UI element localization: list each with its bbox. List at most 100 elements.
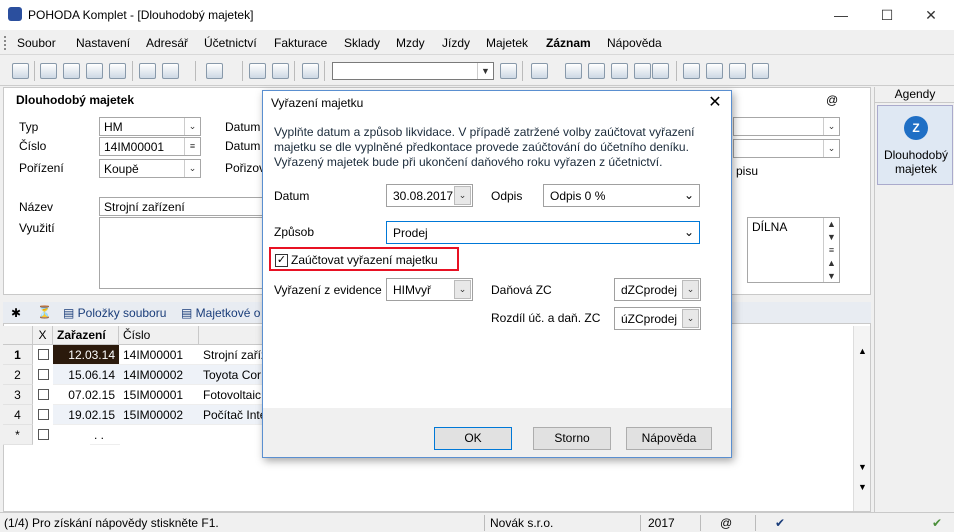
- cell-name[interactable]: Fotovoltaic: [199, 385, 263, 405]
- calendar-icon[interactable]: [588, 63, 605, 79]
- mail-icon[interactable]: [706, 63, 723, 79]
- scroll-arrows-icon[interactable]: ▲ ▼ ≡ ▲ ▼: [823, 218, 839, 282]
- save-all-icon[interactable]: [272, 63, 289, 79]
- row-checkbox[interactable]: [38, 369, 49, 380]
- col-header-nazev[interactable]: [199, 326, 263, 345]
- menu-majetek[interactable]: Majetek: [486, 36, 528, 50]
- row-checkbox[interactable]: [38, 429, 49, 440]
- new-record-icon[interactable]: [139, 63, 156, 79]
- menu-zaznam[interactable]: Záznam: [546, 36, 591, 50]
- chevron-down-icon[interactable]: ⌄: [454, 186, 471, 205]
- table-icon[interactable]: [634, 63, 651, 79]
- cislo-field[interactable]: 14IM00001 ≡: [99, 137, 201, 156]
- cell-name[interactable]: Počítač Inte: [199, 405, 263, 425]
- zauctovat-label[interactable]: Zaúčtovat vyřazení majetku: [291, 253, 438, 267]
- calculator-icon[interactable]: [611, 63, 628, 79]
- back-arrow-icon[interactable]: [206, 63, 223, 79]
- toolbar-combo[interactable]: ▼: [332, 62, 494, 80]
- print-icon[interactable]: [63, 63, 80, 79]
- cell-date[interactable]: 15.06.14: [53, 365, 119, 385]
- messages-icon[interactable]: [683, 63, 700, 79]
- odpis-select[interactable]: Odpis 0 % ⌄: [543, 184, 700, 207]
- status-help: (1/4) Pro získání nápovědy stiskněte F1.: [4, 516, 219, 530]
- right-select-1[interactable]: ⌄: [733, 117, 840, 136]
- asterisk-icon[interactable]: ✱: [11, 306, 21, 320]
- zauctovat-checkbox[interactable]: ✓: [275, 254, 288, 267]
- datum-field[interactable]: 30.08.2017 ⌄: [386, 184, 473, 207]
- menu-adresar[interactable]: Adresář: [146, 36, 188, 50]
- menu-nastaveni[interactable]: Nastavení: [76, 36, 130, 50]
- scroll-up-icon[interactable]: ▲: [858, 346, 867, 356]
- copy-icon[interactable]: [302, 63, 319, 79]
- chevron-down-icon[interactable]: ⌄: [184, 160, 200, 177]
- typ-field[interactable]: HM ⌄: [99, 117, 201, 136]
- check-icon[interactable]: [162, 63, 179, 79]
- save-icon[interactable]: [249, 63, 266, 79]
- zpusob-select[interactable]: Prodej ⌄: [386, 221, 700, 244]
- chevron-down-icon[interactable]: ⌄: [823, 140, 839, 157]
- folder-icon[interactable]: [531, 63, 548, 79]
- ok-button[interactable]: OK: [434, 427, 512, 450]
- cell-date[interactable]: 12.03.14: [53, 345, 119, 365]
- chevron-down-icon[interactable]: ⌄: [823, 118, 839, 135]
- chevron-down-icon[interactable]: ⌄: [184, 118, 200, 135]
- napoveda-button[interactable]: Nápověda: [626, 427, 712, 450]
- preview-icon[interactable]: [86, 63, 103, 79]
- chevron-down-icon[interactable]: ⌄: [454, 280, 471, 299]
- cell-date[interactable]: 07.02.15: [53, 385, 119, 405]
- cell-date[interactable]: 19.02.15: [53, 405, 119, 425]
- notes-icon[interactable]: [729, 63, 746, 79]
- storno-button[interactable]: Storno: [533, 427, 611, 450]
- minimize-button[interactable]: —: [818, 0, 864, 30]
- cell-number[interactable]: 14IM00002: [119, 365, 199, 385]
- tab-polozky-souboru[interactable]: ▤ Položky souboru: [63, 306, 166, 320]
- cell-number[interactable]: 14IM00001: [119, 345, 199, 365]
- menu-soubor[interactable]: Soubor: [17, 36, 56, 50]
- iban-icon[interactable]: [652, 63, 669, 79]
- filter-icon[interactable]: ⏳: [37, 305, 52, 319]
- rozdil-field[interactable]: úZCprodej ⌄: [614, 307, 701, 330]
- col-header-cislo[interactable]: Číslo: [119, 326, 199, 345]
- filter-icon[interactable]: [500, 63, 517, 79]
- menu-sklady[interactable]: Sklady: [344, 36, 380, 50]
- cell-name[interactable]: Strojní zaříz: [199, 345, 263, 365]
- menu-jizdy[interactable]: Jízdy: [442, 36, 470, 50]
- porizeni-field[interactable]: Koupě ⌄: [99, 159, 201, 178]
- agenda-icon[interactable]: [12, 63, 29, 79]
- list-icon[interactable]: ≡: [184, 138, 200, 155]
- close-window-button[interactable]: ✕: [908, 0, 954, 30]
- cell-number[interactable]: 15IM00002: [119, 405, 199, 425]
- col-header-zarazeni[interactable]: Zařazení: [53, 326, 119, 345]
- right-select-2[interactable]: ⌄: [733, 139, 840, 158]
- scroll-down-icon[interactable]: ▼: [858, 462, 867, 472]
- chevron-down-icon[interactable]: ⌄: [682, 280, 699, 299]
- chevron-down-icon[interactable]: ⌄: [682, 309, 699, 328]
- danova-field[interactable]: dZCprodej ⌄: [614, 278, 701, 301]
- maximize-button[interactable]: ☐: [864, 0, 910, 30]
- tab-majetkove[interactable]: ▤ Majetkové o: [181, 306, 260, 320]
- cell-number[interactable]: 15IM00001: [119, 385, 199, 405]
- col-header-x[interactable]: X: [33, 326, 53, 345]
- menu-ucetnictvi[interactable]: Účetnictví: [204, 36, 257, 50]
- porizov-label: Pořizov: [225, 161, 266, 175]
- grid-scrollbar[interactable]: ▲ ▼ ▼: [853, 326, 870, 511]
- close-icon[interactable]: ✕: [703, 93, 727, 113]
- money-icon[interactable]: [565, 63, 582, 79]
- row-checkbox[interactable]: [38, 409, 49, 420]
- report-icon[interactable]: [109, 63, 126, 79]
- at-label: @: [826, 93, 839, 107]
- help-icon[interactable]: [752, 63, 769, 79]
- row-checkbox[interactable]: [38, 349, 49, 360]
- dilna-field[interactable]: DÍLNA ▲ ▼ ≡ ▲ ▼: [747, 217, 840, 283]
- scroll-bottom-icon[interactable]: ▼: [858, 482, 867, 492]
- menu-mzdy[interactable]: Mzdy: [396, 36, 425, 50]
- vyuziti-field[interactable]: [99, 217, 269, 289]
- evidence-field[interactable]: HIMvyř ⌄: [386, 278, 473, 301]
- menu-napoveda[interactable]: Nápověda: [607, 36, 662, 50]
- row-checkbox[interactable]: [38, 389, 49, 400]
- agendy-item[interactable]: Z Dlouhodobý majetek: [877, 105, 953, 185]
- menu-fakturace[interactable]: Fakturace: [274, 36, 327, 50]
- tools-icon[interactable]: [40, 63, 57, 79]
- cell-name[interactable]: Toyota Cor: [199, 365, 263, 385]
- nazev-field[interactable]: Strojní zařízení: [99, 197, 269, 216]
